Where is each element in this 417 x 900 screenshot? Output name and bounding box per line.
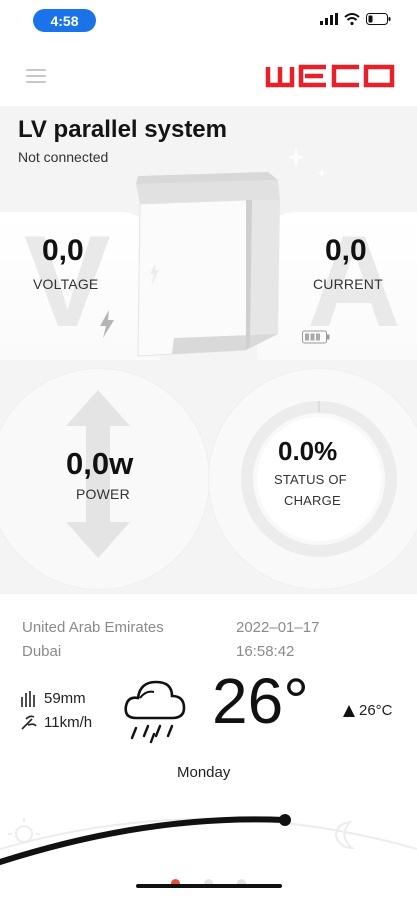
app-header [0, 52, 417, 102]
weather-day: Monday [177, 764, 231, 781]
signal-icon [320, 13, 338, 25]
wind-value: 11km/h [44, 714, 93, 731]
system-title: LV parallel system [18, 116, 227, 143]
weather-date: 2022–01–17 [236, 619, 320, 636]
high-temp: 26°C [343, 702, 393, 719]
sun-path [0, 814, 417, 865]
home-indicator [136, 884, 282, 888]
soc-label-line2: CHARGE [284, 493, 341, 508]
system-panel: LV parallel system Not connected V 0,0 V… [0, 106, 417, 594]
wind: 11km/h [20, 714, 92, 731]
sparkle-icon [287, 148, 327, 178]
temperature: 26° [212, 665, 309, 737]
status-icons [320, 13, 391, 25]
connection-status: Not connected [18, 149, 109, 165]
weather-panel: United Arab Emirates Dubai 2022–01–17 16… [0, 594, 417, 900]
soc-gauge: 0.0% STATUS OF CHARGE [208, 368, 417, 590]
rainfall-icon [21, 690, 35, 707]
voltage-value: 0,0 [42, 234, 84, 267]
current-value: 0,0 [325, 234, 367, 267]
voltage-label: VOLTAGE [33, 276, 99, 292]
triangle-up-icon [343, 704, 355, 717]
weco-logo [265, 64, 395, 88]
status-time: 4:58 [33, 9, 96, 32]
rain-cloud-icon [124, 680, 186, 744]
power-gauge: 0,0w POWER [0, 368, 210, 590]
battery-cabinet-icon [136, 172, 280, 357]
power-label: POWER [76, 486, 130, 502]
battery-icon [366, 13, 391, 25]
wifi-icon [344, 13, 360, 25]
soc-label-line1: STATUS OF [274, 472, 347, 487]
high-temp-value: 26°C [359, 702, 393, 719]
wind-icon [21, 715, 37, 730]
weather-time: 16:58:42 [236, 643, 295, 660]
power-value: 0,0w [66, 446, 134, 481]
soc-value: 0.0% [278, 436, 338, 466]
precipitation: 59mm [20, 690, 86, 707]
weather-country: United Arab Emirates [22, 619, 164, 636]
menu-icon[interactable] [26, 69, 46, 83]
status-bar: 4:58 [0, 0, 417, 44]
weather-city: Dubai [22, 643, 62, 660]
precipitation-value: 59mm [44, 690, 86, 707]
lightning-icon [100, 310, 114, 338]
current-label: CURRENT [313, 276, 383, 292]
battery-level-icon [302, 330, 330, 344]
